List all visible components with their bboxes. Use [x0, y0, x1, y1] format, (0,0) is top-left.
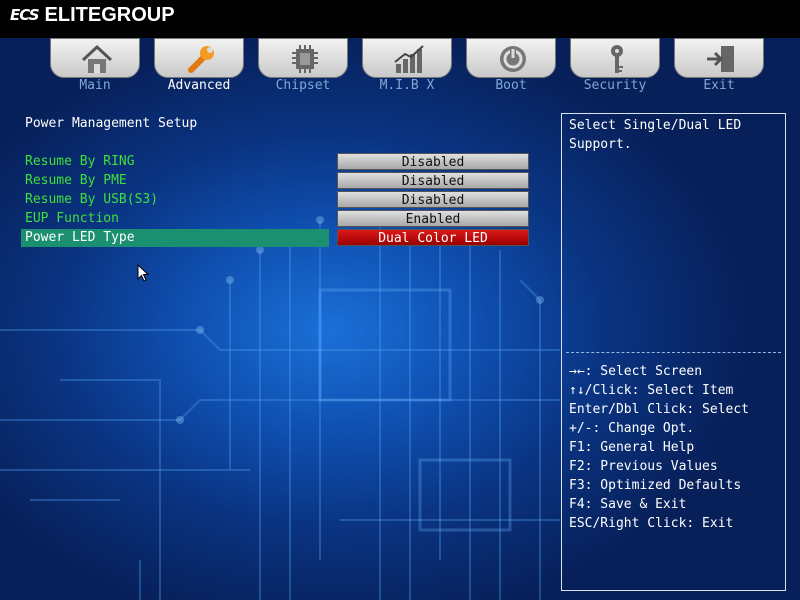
tab-advanced[interactable]: Advanced: [152, 38, 246, 96]
tab-plate: [362, 38, 452, 78]
setting-value-button[interactable]: Enabled: [337, 210, 529, 227]
key-hint: F4: Save & Exit: [569, 497, 687, 512]
top-bar: ECS ELITEGROUP: [0, 0, 800, 38]
tab-plate: [570, 38, 660, 78]
setting-row-eup-function[interactable]: EUP Function Enabled: [21, 210, 531, 228]
chart-icon: [394, 45, 424, 73]
tab-label: Boot: [495, 78, 527, 93]
home-icon: [81, 44, 113, 73]
key-hint: F3: Optimized Defaults: [569, 478, 742, 493]
tab-label: Advanced: [167, 78, 231, 93]
tab-boot[interactable]: Boot: [464, 38, 558, 96]
key-hint: +/-: Change Opt.: [569, 421, 695, 436]
setting-value-button[interactable]: Disabled: [337, 172, 529, 189]
key-legend: →←: Select Screen ↑↓/Click: Select Item …: [569, 362, 784, 533]
setting-row-power-led-type[interactable]: Power LED Type Dual Color LED: [21, 229, 531, 247]
brand-name: ELITEGROUP: [44, 3, 175, 26]
tab-chipset[interactable]: Chipset: [256, 38, 350, 96]
setting-row-resume-by-usb[interactable]: Resume By USB(S3) Disabled: [21, 191, 531, 209]
setting-value-button[interactable]: Disabled: [337, 191, 529, 208]
brand: ECS ELITEGROUP: [10, 4, 175, 26]
ecs-logo: ECS: [10, 6, 40, 24]
page-title: Power Management Setup: [25, 116, 198, 131]
tab-label: Main: [79, 78, 111, 93]
tab-security[interactable]: Security: [568, 38, 662, 96]
key-hint: ↑↓/Click: Select Item: [569, 383, 734, 398]
wrench-icon: [188, 46, 214, 73]
power-icon: [500, 46, 526, 72]
setting-value-button[interactable]: Dual Color LED: [337, 229, 529, 246]
tab-exit[interactable]: Exit: [672, 38, 766, 96]
key-hint: F2: Previous Values: [569, 459, 718, 474]
tab-bar: Main Advanced Chipset M.I.B X Boot Secur…: [48, 38, 768, 98]
help-panel: Select Single/Dual LED Support. →←: Sele…: [561, 113, 786, 591]
tab-label: Chipset: [275, 78, 331, 93]
key-hint: F1: General Help: [569, 440, 695, 455]
key-hint: →←: Select Screen: [569, 364, 703, 379]
setting-value-button[interactable]: Disabled: [337, 153, 529, 170]
key-hint: ESC/Right Click: Exit: [569, 516, 734, 531]
help-divider: [566, 352, 781, 353]
help-description: Select Single/Dual LED Support.: [569, 118, 742, 152]
tab-plate: [674, 38, 764, 78]
tab-mibx[interactable]: M.I.B X: [360, 38, 454, 96]
tab-label: Security: [583, 78, 647, 93]
setting-label: Power LED Type: [25, 230, 135, 245]
mouse-cursor-icon: [137, 264, 149, 282]
setting-label: Resume By PME: [25, 173, 127, 188]
tab-plate: [50, 38, 140, 78]
key-hint: Enter/Dbl Click: Select: [569, 402, 750, 417]
tab-plate: [258, 38, 348, 78]
tab-label: M.I.B X: [379, 78, 435, 93]
chip-icon: [292, 45, 318, 73]
setting-row-resume-by-ring[interactable]: Resume By RING Disabled: [21, 153, 531, 171]
setting-row-resume-by-pme[interactable]: Resume By PME Disabled: [21, 172, 531, 190]
key-icon: [611, 45, 623, 73]
tab-plate: [154, 38, 244, 78]
exit-door-icon: [707, 46, 734, 72]
tab-label: Exit: [703, 78, 735, 93]
tab-plate: [466, 38, 556, 78]
setting-label: Resume By RING: [25, 154, 135, 169]
tab-main[interactable]: Main: [48, 38, 142, 96]
setting-label: EUP Function: [25, 211, 119, 226]
setting-label: Resume By USB(S3): [25, 192, 159, 207]
